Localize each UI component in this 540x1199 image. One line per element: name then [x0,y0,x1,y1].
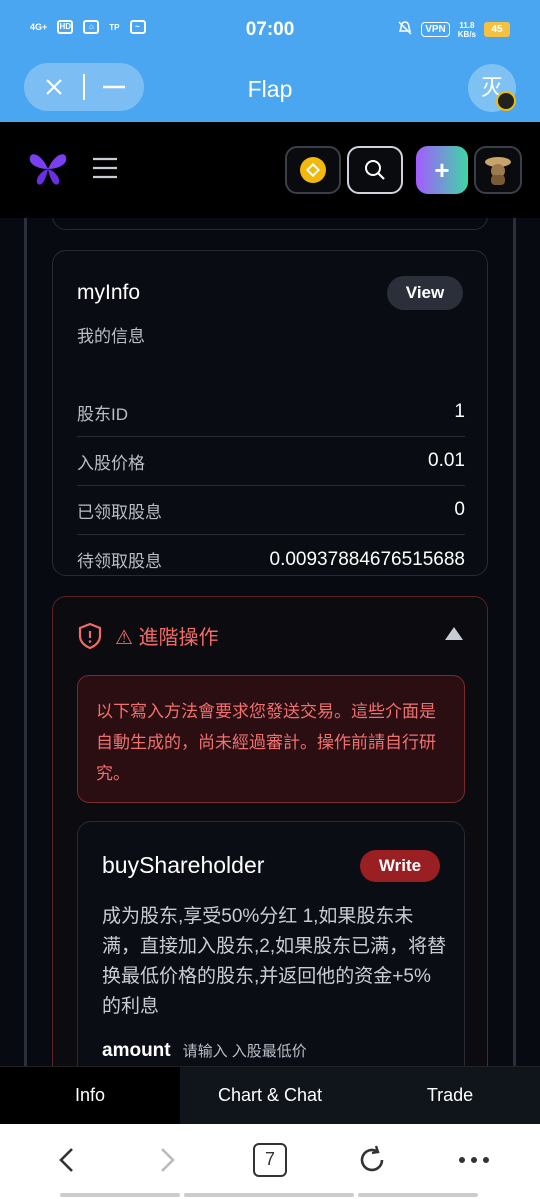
chevron-right-icon [161,1148,175,1172]
info-value: 0 [454,499,465,520]
param-name: amount [102,1040,171,1061]
search-button[interactable] [347,146,403,194]
write-warning: 以下寫入方法會要求您發送交易。這些介面是自動生成的，尚未經過審計。操作前請自行研… [77,675,465,803]
back-button[interactable] [46,1140,86,1180]
info-value: 0.01 [428,450,465,471]
advanced-operations-card: ⚠ 進階操作 以下寫入方法會要求您發送交易。這些介面是自動生成的，尚未經過審計。… [52,596,488,1066]
info-value: 1 [454,401,465,422]
gesture-bar-3 [358,1193,478,1197]
tab-count: 7 [253,1143,287,1177]
info-row: 待领取股息 0.00937884676515688 [77,535,465,584]
window-title: Flap [247,76,293,102]
view-button[interactable]: View [387,276,463,310]
info-row: 已领取股息 0 [77,486,465,535]
mute-icon [397,20,413,39]
profile-button[interactable] [474,146,522,194]
bottom-tabs: Info Chart & Chat Trade [0,1066,540,1124]
vpn-badge: VPN [421,22,450,37]
tab-trade[interactable]: Trade [360,1067,540,1124]
main-content[interactable]: myInfo View 我的信息 股东ID 1 入股价格 0.01 已领取股息 … [0,218,540,1066]
advanced-title: ⚠ 進階操作 [115,627,219,649]
hamburger-menu-button[interactable] [93,157,117,184]
more-button[interactable] [454,1140,494,1180]
write-button[interactable]: Write [360,850,440,882]
info-value: 0.00937884676515688 [269,548,465,570]
gesture-bar-2 [184,1193,354,1197]
tab-info[interactable]: Info [0,1067,180,1124]
tab-chart-chat[interactable]: Chart & Chat [180,1067,360,1124]
left-rail [24,218,27,1066]
function-description: 成为股东,享受50%分红 1,如果股东未满，直接加入股东,2,如果股东已满，将替… [102,906,447,1017]
status-right: VPN 11.8 KB/s 45 [397,20,510,39]
info-label: 待领取股息 [77,552,162,571]
search-icon [365,160,385,180]
butterfly-logo[interactable] [28,151,68,192]
info-row: 入股价格 0.01 [77,437,465,486]
tabs-button[interactable]: 7 [250,1140,290,1180]
shield-icon [78,622,102,649]
menu-icon [93,157,117,179]
battery-level: 45 [484,22,510,37]
bnb-icon [300,157,326,183]
gesture-bar-1 [60,1193,180,1197]
browser-top-bar: 4G+ HD ⌂ TP ~ 07:00 VPN 11.8 KB/s 45 Fla… [0,0,540,122]
info-row: 股东ID 1 [77,388,465,437]
chain-selector-button[interactable] [285,146,341,194]
chevron-left-icon [59,1148,73,1172]
reload-button[interactable] [352,1140,392,1180]
speed-unit: KB/s [457,29,476,39]
plus-icon: + [434,154,450,185]
network-speed: 11.8 KB/s [458,21,476,39]
card-subtitle: 我的信息 [77,327,145,346]
forward-button[interactable] [148,1140,188,1180]
info-label: 已领取股息 [77,502,162,522]
param-row: amount 请输入 入股最低价 [102,1040,307,1062]
right-rail [513,218,516,1066]
card-title: myInfo [77,281,141,304]
avatar-badge [496,91,516,111]
previous-card-edge [52,218,488,230]
browser-nav-bar: 7 [0,1124,540,1199]
reload-icon [360,1145,384,1172]
more-icon [459,1157,489,1163]
profile-avatar-icon [485,157,511,185]
param-hint: 请输入 入股最低价 [182,1043,307,1060]
collapse-caret-icon[interactable] [445,627,463,640]
info-label: 入股价格 [77,453,145,473]
app-header: + [0,122,540,218]
function-name: buyShareholder [102,852,265,878]
function-card: buyShareholder Write 成为股东,享受50%分红 1,如果股东… [77,821,465,1066]
speed-value: 11.8 [459,20,475,30]
myinfo-card: myInfo View 我的信息 股东ID 1 入股价格 0.01 已领取股息 … [52,250,488,576]
info-label: 股东ID [77,404,128,424]
advanced-header[interactable]: ⚠ 進階操作 [77,621,219,650]
create-button[interactable]: + [416,146,468,194]
